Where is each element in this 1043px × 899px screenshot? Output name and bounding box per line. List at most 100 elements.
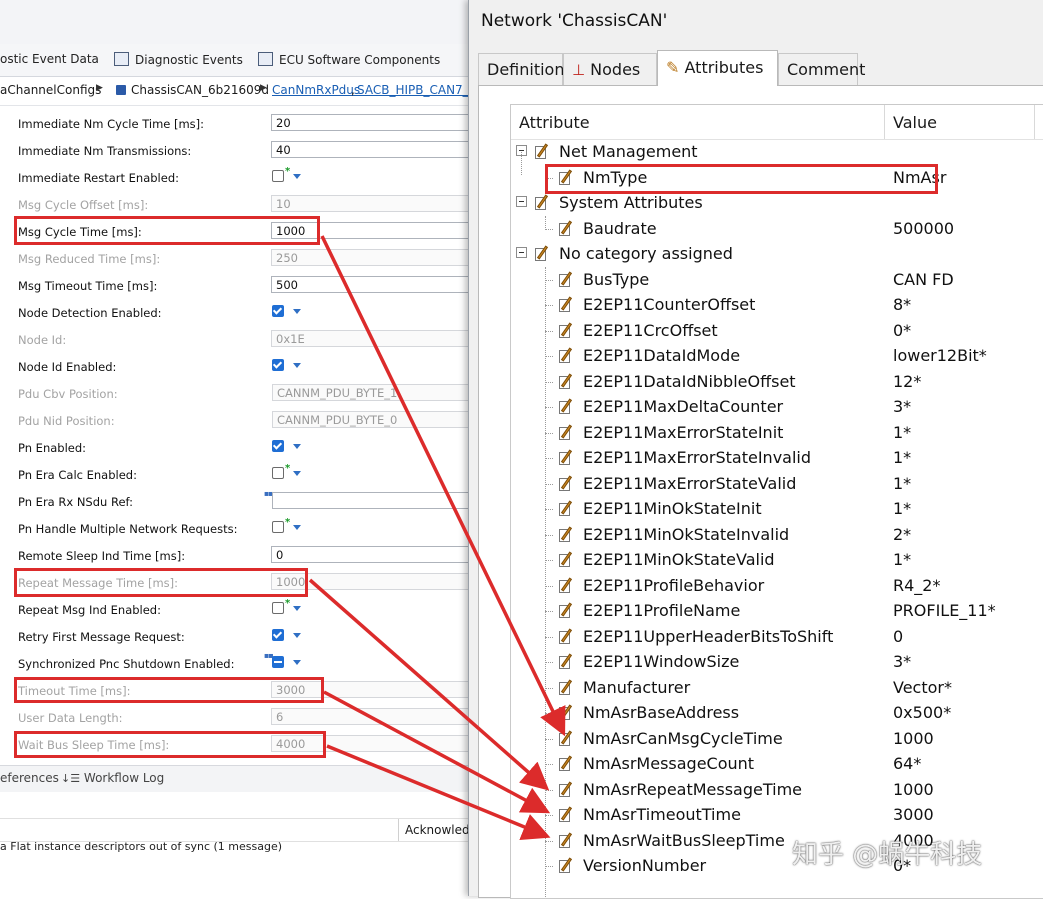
attribute-row[interactable]: NmAsrBaseAddress 0x500* <box>511 701 1043 727</box>
param-row: Pn Era Calc Enabled: * <box>0 461 470 488</box>
column-value[interactable]: Value <box>893 113 937 132</box>
attribute-row[interactable]: E2EP11CrcOffset 0* <box>511 319 1043 345</box>
tab-nodes[interactable]: ⊥ Nodes <box>563 53 657 85</box>
breadcrumb: aChannelConfigs ▶ ChassisCAN_6b21609d ▶ … <box>0 77 470 106</box>
attribute-row[interactable]: E2EP11DataIdMode lower12Bit* <box>511 344 1043 370</box>
default-value-marker: * <box>285 598 291 609</box>
attribute-row[interactable]: E2EP11MaxErrorStateInit 1* <box>511 421 1043 447</box>
attribute-row[interactable]: Manufacturer Vector* <box>511 676 1043 702</box>
attribute-row[interactable]: NmAsrRepeatMessageTime 1000 <box>511 778 1043 804</box>
message-item[interactable]: a Flat instance descriptors out of sync … <box>0 840 282 853</box>
attribute-row[interactable]: NmType NmAsr <box>511 166 1043 192</box>
attribute-row[interactable]: E2EP11MinOkStateValid 1* <box>511 548 1043 574</box>
attribute-value[interactable]: 1* <box>893 474 911 493</box>
collapse-toggle-icon[interactable] <box>516 247 527 258</box>
attribute-value[interactable]: 0x500* <box>893 703 951 722</box>
param-checkbox[interactable] <box>272 467 284 479</box>
collapse-toggle-icon[interactable] <box>516 196 527 207</box>
attribute-value[interactable]: 1* <box>893 423 911 442</box>
attribute-row[interactable]: E2EP11MinOkStateInit 1* <box>511 497 1043 523</box>
param-checkbox[interactable] <box>272 440 284 452</box>
param-checkbox[interactable] <box>272 629 284 641</box>
attribute-value[interactable]: 3000 <box>893 805 934 824</box>
column-attribute[interactable]: Attribute <box>519 113 590 132</box>
chevron-right-icon: ▶ <box>260 83 267 93</box>
attribute-row[interactable]: E2EP11ProfileBehavior R4_2* <box>511 574 1043 600</box>
attribute-value[interactable]: 3* <box>893 652 911 671</box>
attribute-value[interactable]: 3* <box>893 397 911 416</box>
attribute-name: E2EP11WindowSize <box>583 652 740 671</box>
attribute-category-row[interactable]: System Attributes <box>511 191 1043 217</box>
tab-references[interactable]: eferences <box>0 771 59 785</box>
dropdown-arrow-icon[interactable] <box>293 444 301 449</box>
attribute-row[interactable]: BusType CAN FD <box>511 268 1043 294</box>
attribute-value[interactable]: 1* <box>893 499 911 518</box>
attribute-value[interactable]: 8* <box>893 295 911 314</box>
param-value-input[interactable]: 1000 <box>271 222 470 239</box>
param-value-input[interactable]: 20 <box>271 114 470 131</box>
param-reference-input[interactable] <box>272 492 470 509</box>
attribute-value[interactable]: CAN FD <box>893 270 954 289</box>
attribute-row[interactable]: E2EP11MaxErrorStateValid 1* <box>511 472 1043 498</box>
attribute-row[interactable]: E2EP11MinOkStateInvalid 2* <box>511 523 1043 549</box>
column-acknowledge[interactable]: Acknowledg <box>398 819 470 841</box>
dropdown-arrow-icon[interactable] <box>293 363 301 368</box>
dropdown-arrow-icon[interactable] <box>293 471 301 476</box>
param-value-input[interactable]: 0 <box>271 546 470 563</box>
attribute-value[interactable]: 2* <box>893 525 911 544</box>
attribute-value[interactable]: lower12Bit* <box>893 346 987 365</box>
tab-diagnostic-event-data[interactable]: ostic Event Data <box>0 52 99 70</box>
tab-ecu-software-components[interactable]: ECU Software Components <box>258 52 440 70</box>
breadcrumb-channel-configs[interactable]: aChannelConfigs <box>0 83 101 97</box>
attribute-row[interactable]: E2EP11ProfileName PROFILE_11* <box>511 599 1043 625</box>
attribute-value[interactable]: 1000 <box>893 780 934 799</box>
attribute-row[interactable]: NmAsrMessageCount 64* <box>511 752 1043 778</box>
attribute-row[interactable]: NmAsrCanMsgCycleTime 1000 <box>511 727 1043 753</box>
param-checkbox[interactable] <box>272 170 284 182</box>
dropdown-arrow-icon[interactable] <box>293 633 301 638</box>
attribute-category-row[interactable]: No category assigned <box>511 242 1043 268</box>
attribute-pencil-icon <box>559 755 573 771</box>
attribute-value[interactable]: 1* <box>893 448 911 467</box>
param-checkbox[interactable] <box>272 602 284 614</box>
link-cannmrxpdus[interactable]: CanNmRxPdus <box>272 83 360 97</box>
attribute-value[interactable]: 1* <box>893 550 911 569</box>
param-value-input[interactable]: 40 <box>271 141 470 158</box>
link-sacb-hipb[interactable]: SACB_HIPB_CAN7_N <box>357 83 470 97</box>
attribute-row[interactable]: E2EP11CounterOffset 8* <box>511 293 1043 319</box>
attribute-category-row[interactable]: Net Management <box>511 140 1043 166</box>
attribute-value[interactable]: 0 <box>893 627 903 646</box>
tab-workflow-log[interactable]: ↓☰ Workflow Log <box>61 771 164 785</box>
attribute-row[interactable]: E2EP11UpperHeaderBitsToShift 0 <box>511 625 1043 651</box>
attribute-row[interactable]: E2EP11WindowSize 3* <box>511 650 1043 676</box>
param-checkbox[interactable] <box>272 656 284 668</box>
attribute-value[interactable]: Vector* <box>893 678 952 697</box>
attribute-value[interactable]: PROFILE_11* <box>893 601 996 620</box>
attribute-value[interactable]: 0* <box>893 321 911 340</box>
tab-diagnostic-events[interactable]: Diagnostic Events <box>114 52 243 70</box>
breadcrumb-chassiscan[interactable]: ChassisCAN_6b21609d <box>116 83 269 97</box>
attribute-row[interactable]: E2EP11DataIdNibbleOffset 12* <box>511 370 1043 396</box>
attribute-value[interactable]: NmAsr <box>893 168 946 187</box>
attribute-row[interactable]: E2EP11MaxErrorStateInvalid 1* <box>511 446 1043 472</box>
attribute-value[interactable]: R4_2* <box>893 576 940 595</box>
attribute-row[interactable]: E2EP11MaxDeltaCounter 3* <box>511 395 1043 421</box>
dropdown-arrow-icon[interactable] <box>293 606 301 611</box>
attribute-row[interactable]: Baudrate 500000 <box>511 217 1043 243</box>
tab-attributes[interactable]: ✎ Attributes <box>657 50 778 86</box>
dropdown-arrow-icon[interactable] <box>293 660 301 665</box>
param-value-input[interactable]: 500 <box>271 276 470 293</box>
attribute-value[interactable]: 1000 <box>893 729 934 748</box>
dropdown-arrow-icon[interactable] <box>293 309 301 314</box>
tab-definition[interactable]: Definition <box>478 53 564 85</box>
param-checkbox[interactable] <box>272 359 284 371</box>
param-checkbox[interactable] <box>272 305 284 317</box>
param-checkbox[interactable] <box>272 521 284 533</box>
attribute-row[interactable]: NmAsrTimeoutTime 3000 <box>511 803 1043 829</box>
attribute-value[interactable]: 12* <box>893 372 921 391</box>
dropdown-arrow-icon[interactable] <box>293 525 301 530</box>
attribute-value[interactable]: 64* <box>893 754 921 773</box>
attribute-value[interactable]: 500000 <box>893 219 954 238</box>
dropdown-arrow-icon[interactable] <box>293 174 301 179</box>
tab-comment[interactable]: Comment <box>778 53 865 85</box>
